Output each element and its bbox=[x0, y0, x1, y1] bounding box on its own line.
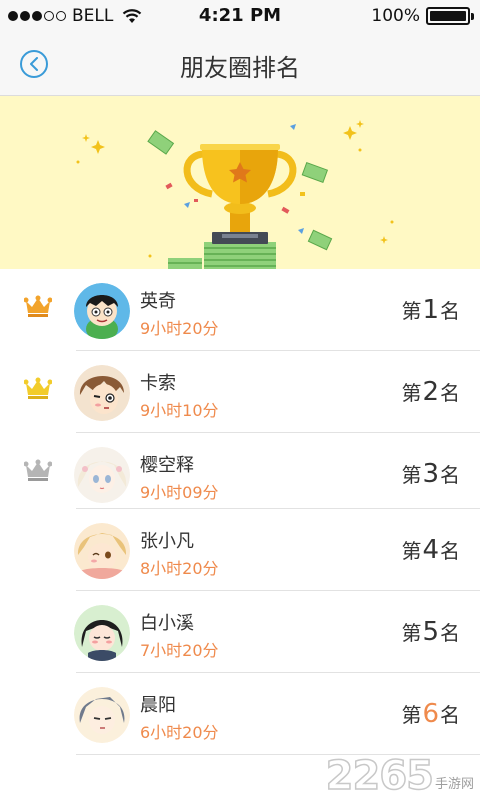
rank-label: 第3名 bbox=[401, 459, 460, 489]
rank-number: 5 bbox=[422, 617, 439, 647]
rank-number: 4 bbox=[422, 535, 439, 565]
avatar bbox=[74, 523, 130, 579]
player-name: 张小凡 bbox=[140, 531, 194, 552]
online-time: 9小时09分 bbox=[140, 483, 219, 502]
online-time: 9小时20分 bbox=[140, 319, 219, 338]
rank-prefix: 第 bbox=[401, 621, 422, 645]
rank-number: 6 bbox=[422, 699, 439, 729]
rank-label: 第2名 bbox=[401, 377, 460, 407]
online-time: 7小时20分 bbox=[140, 641, 219, 660]
list-item[interactable]: 白小溪 7小时20分 第5名 bbox=[0, 591, 480, 673]
online-time: 6小时20分 bbox=[140, 723, 219, 742]
rank-label: 第4名 bbox=[401, 535, 460, 565]
rank-suffix: 名 bbox=[440, 539, 460, 563]
rank-label: 第5名 bbox=[401, 617, 460, 647]
avatar bbox=[74, 447, 130, 503]
rank-number: 1 bbox=[422, 295, 439, 325]
player-name: 卡索 bbox=[140, 373, 176, 394]
rank-label: 第6名 bbox=[401, 699, 460, 729]
rank-prefix: 第 bbox=[401, 299, 422, 323]
nav-bar: 朋友圈排名 bbox=[0, 32, 480, 96]
rank-prefix: 第 bbox=[401, 539, 422, 563]
trophy-illustration bbox=[76, 120, 394, 269]
watermark-number: 2265 bbox=[325, 753, 435, 799]
yellow-crown-icon bbox=[24, 377, 52, 399]
rank-prefix: 第 bbox=[401, 463, 422, 487]
list-item[interactable]: 晨阳 6小时20分 第6名 bbox=[0, 673, 480, 755]
battery-area: 100% bbox=[371, 6, 474, 26]
rank-label: 第1名 bbox=[401, 295, 460, 325]
page-title: 朋友圈排名 bbox=[180, 54, 300, 82]
list-item[interactable]: 英奇 9小时20分 第1名 bbox=[0, 269, 480, 351]
player-name: 樱空释 bbox=[140, 455, 194, 476]
player-name: 英奇 bbox=[140, 291, 176, 312]
list-item[interactable]: 樱空释 9小时09分 第3名 bbox=[0, 433, 480, 509]
status-bar: BELL 4:21 PM 100% bbox=[0, 0, 480, 32]
rank-number: 2 bbox=[422, 377, 439, 407]
rank-suffix: 名 bbox=[440, 381, 460, 405]
avatar bbox=[74, 365, 130, 421]
online-time: 9小时10分 bbox=[140, 401, 219, 420]
gold-crown-icon bbox=[24, 295, 52, 317]
rank-suffix: 名 bbox=[440, 621, 460, 645]
rank-prefix: 第 bbox=[401, 381, 422, 405]
silver-crown-icon bbox=[24, 459, 52, 481]
battery-icon bbox=[426, 7, 474, 25]
avatar bbox=[74, 605, 130, 661]
list-item[interactable]: 张小凡 8小时20分 第4名 bbox=[0, 509, 480, 591]
player-name: 白小溪 bbox=[140, 613, 194, 634]
online-time: 8小时20分 bbox=[140, 559, 219, 578]
rank-suffix: 名 bbox=[440, 703, 460, 727]
avatar bbox=[74, 283, 130, 339]
rank-suffix: 名 bbox=[440, 463, 460, 487]
rank-suffix: 名 bbox=[440, 299, 460, 323]
battery-percent: 100% bbox=[371, 6, 420, 26]
avatar bbox=[74, 687, 130, 743]
player-name: 晨阳 bbox=[140, 695, 176, 716]
watermark: 2265 手游网 bbox=[325, 753, 474, 799]
list-item[interactable]: 卡索 9小时10分 第2名 bbox=[0, 351, 480, 433]
watermark-text: 手游网 bbox=[434, 777, 474, 792]
ranking-list: 英奇 9小时20分 第1名 卡索 9小时10分 第 2 名 樱空释 9小时09分… bbox=[0, 269, 480, 755]
trophy-banner bbox=[0, 96, 480, 269]
rank-prefix: 第 bbox=[401, 703, 422, 727]
rank-number: 3 bbox=[422, 459, 439, 489]
